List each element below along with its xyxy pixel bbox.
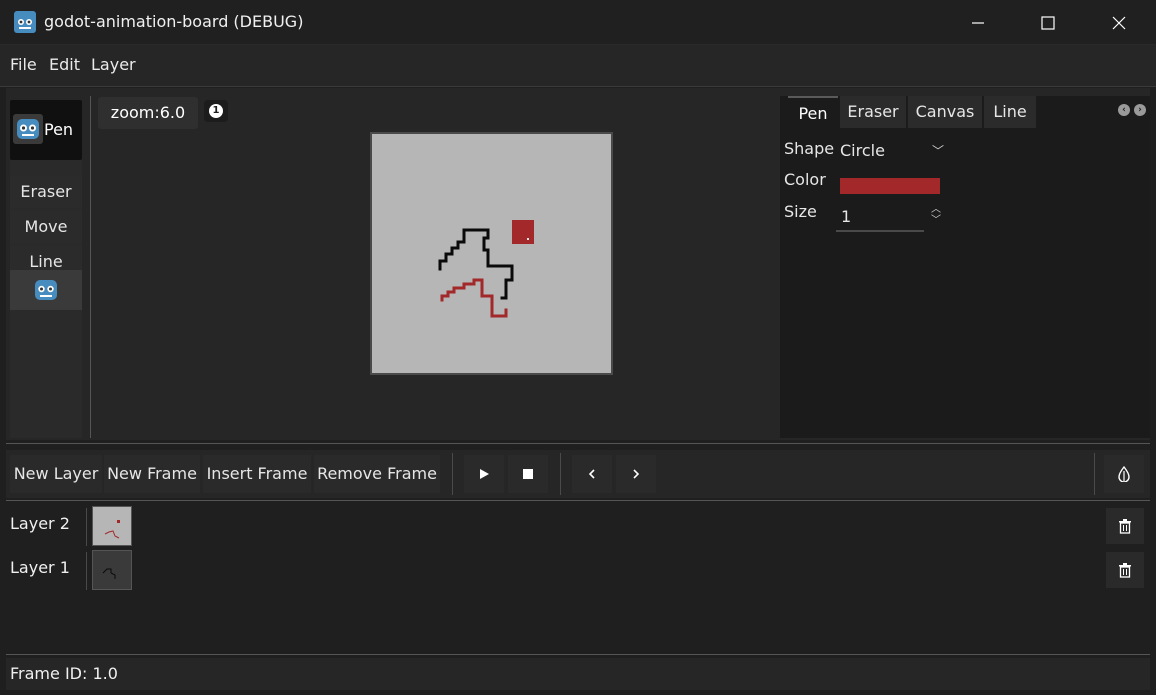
next-frame-button[interactable] bbox=[616, 455, 656, 493]
info-icon: 1 bbox=[209, 104, 223, 118]
chevron-right-icon bbox=[633, 469, 640, 479]
frame-thumbnail[interactable] bbox=[92, 550, 132, 590]
chevron-down-icon[interactable]: ﹀ bbox=[930, 215, 942, 226]
frame-thumbnail-preview bbox=[104, 520, 120, 539]
panel-divider bbox=[90, 96, 91, 438]
eraser-tool-button[interactable]: Eraser bbox=[10, 176, 82, 208]
pen-tool-button[interactable]: Pen bbox=[10, 100, 82, 160]
toolbar-separator bbox=[560, 453, 561, 495]
chevron-right-icon[interactable]: › bbox=[1134, 104, 1146, 116]
maximize-icon bbox=[1041, 15, 1055, 30]
size-label: Size bbox=[784, 202, 817, 221]
black-stroke bbox=[438, 228, 514, 300]
close-button[interactable] bbox=[1084, 0, 1154, 45]
minimize-button[interactable] bbox=[943, 0, 1013, 45]
delete-layer-button[interactable] bbox=[1106, 508, 1144, 544]
menu-layer[interactable]: Layer bbox=[91, 55, 136, 74]
tab-eraser[interactable]: Eraser bbox=[840, 96, 906, 128]
previous-frame-button[interactable] bbox=[572, 455, 612, 493]
trash-icon bbox=[1119, 519, 1131, 534]
timeline-toolbar: New Layer New Frame Insert Frame Remove … bbox=[6, 450, 1150, 498]
pen-tool-label: Pen bbox=[44, 120, 74, 139]
godot-pen-icon bbox=[13, 114, 43, 144]
delete-layer-button[interactable] bbox=[1106, 552, 1144, 588]
red-block bbox=[512, 220, 534, 244]
tab-line[interactable]: Line bbox=[984, 96, 1036, 128]
tab-scroll-arrows: ‹ › bbox=[1118, 104, 1146, 116]
toolbar-separator bbox=[1094, 453, 1095, 495]
drawing-canvas[interactable] bbox=[370, 132, 613, 375]
divider bbox=[6, 500, 1150, 501]
tool-palette: Pen Eraser Move Line bbox=[10, 100, 82, 438]
stop-icon bbox=[523, 469, 533, 479]
onion-skin-button[interactable] bbox=[1104, 455, 1144, 493]
tab-pen[interactable]: Pen bbox=[788, 96, 838, 128]
status-bar: Frame ID: 1.0 bbox=[6, 658, 1150, 690]
menu-file[interactable]: File bbox=[10, 55, 37, 74]
close-icon bbox=[1112, 16, 1126, 29]
play-button[interactable] bbox=[464, 455, 504, 493]
play-icon bbox=[480, 469, 489, 479]
canvas-drawing bbox=[438, 220, 534, 318]
info-badge[interactable]: 1 bbox=[204, 100, 228, 122]
insert-frame-button[interactable]: Insert Frame bbox=[203, 455, 311, 493]
menu-edit[interactable]: Edit bbox=[49, 55, 80, 74]
divider bbox=[6, 654, 1150, 655]
new-frame-button[interactable]: New Frame bbox=[104, 455, 200, 493]
main-area: Pen Eraser Move Line zoom:6.0 1 Pen Eras… bbox=[6, 88, 1150, 440]
color-label: Color bbox=[784, 170, 826, 189]
layer-row[interactable]: Layer 2 bbox=[6, 504, 1150, 546]
frame-thumbnail[interactable] bbox=[92, 506, 132, 546]
shape-select[interactable]: Circle ﹀ bbox=[840, 138, 944, 164]
divider bbox=[6, 443, 1150, 444]
chevron-left-icon[interactable]: ‹ bbox=[1118, 104, 1130, 116]
chevron-up-icon[interactable]: ︿ bbox=[930, 204, 942, 215]
layer-name: Layer 1 bbox=[10, 558, 70, 577]
layer-name: Layer 2 bbox=[10, 514, 70, 533]
title-bar: godot-animation-board (DEBUG) bbox=[0, 0, 1156, 45]
size-spinner[interactable]: ︿ ﹀ bbox=[930, 204, 942, 230]
layer-separator bbox=[86, 508, 87, 546]
frame-id-label: Frame ID: 1.0 bbox=[10, 664, 118, 683]
window-title: godot-animation-board (DEBUG) bbox=[44, 12, 304, 31]
chevron-down-icon: ﹀ bbox=[931, 144, 944, 158]
shape-value: Circle bbox=[840, 141, 885, 160]
shape-label: Shape bbox=[784, 139, 835, 158]
new-layer-button[interactable]: New Layer bbox=[10, 455, 102, 493]
color-picker-button[interactable] bbox=[840, 178, 940, 194]
size-input[interactable]: 1 bbox=[836, 204, 924, 232]
red-stroke bbox=[440, 278, 508, 318]
godot-app-icon bbox=[14, 11, 36, 33]
chevron-left-icon bbox=[588, 469, 595, 479]
toolbar-separator bbox=[452, 453, 453, 495]
onion-skin-icon bbox=[1118, 466, 1130, 482]
layer-separator bbox=[86, 552, 87, 590]
stop-button[interactable] bbox=[508, 455, 548, 493]
frame-thumbnail-preview bbox=[102, 568, 116, 579]
minimize-icon bbox=[972, 21, 984, 24]
properties-panel: Pen Eraser Canvas Line ‹ › Shape Circle … bbox=[780, 96, 1150, 438]
zoom-label: zoom:6.0 bbox=[98, 97, 198, 129]
trash-icon bbox=[1119, 563, 1131, 578]
layer-row[interactable]: Layer 1 bbox=[6, 548, 1150, 590]
remove-frame-button[interactable]: Remove Frame bbox=[314, 455, 440, 493]
menu-bar: File Edit Layer bbox=[0, 45, 1156, 87]
move-tool-button[interactable]: Move bbox=[10, 211, 82, 243]
godot-tool-button[interactable] bbox=[10, 270, 82, 310]
godot-icon bbox=[35, 280, 57, 300]
maximize-button[interactable] bbox=[1013, 0, 1083, 45]
tab-canvas[interactable]: Canvas bbox=[908, 96, 982, 128]
